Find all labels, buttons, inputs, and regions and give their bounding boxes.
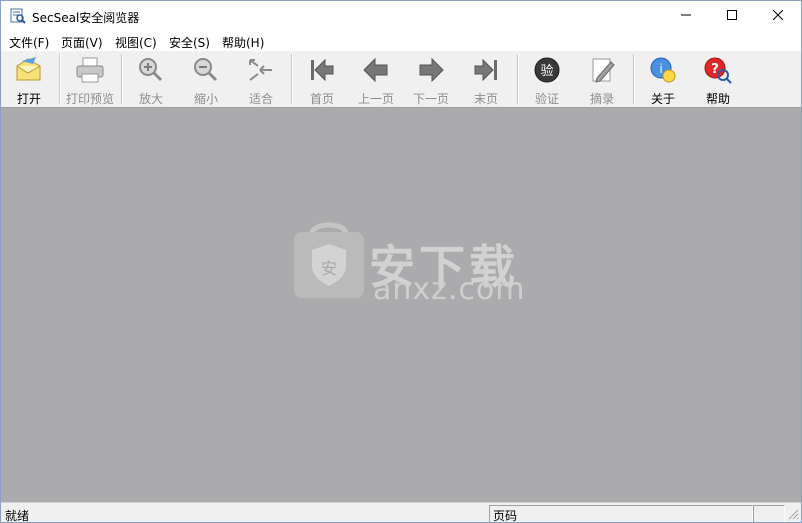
verify-glyph: 验 xyxy=(540,63,553,79)
status-ready: 就绪 xyxy=(5,509,30,523)
first-page-button[interactable]: 首页 xyxy=(296,51,348,107)
maximize-icon xyxy=(727,9,737,23)
fit-arrows-icon xyxy=(246,51,276,87)
about-label: 关于 xyxy=(650,92,675,106)
window-title: SecSeal安全阅览器 xyxy=(32,11,140,25)
arrow-right-icon xyxy=(416,51,446,87)
app-icon xyxy=(10,8,26,24)
menu-bar: 文件(F) 页面(V) 视图(C) 安全(S) 帮助(H) xyxy=(1,31,801,51)
next-page-label: 下一页 xyxy=(412,92,449,106)
print-preview-button[interactable]: 打印预览 xyxy=(62,51,118,107)
zoom-in-icon xyxy=(136,51,166,87)
extract-button[interactable]: 摘录 xyxy=(576,51,628,107)
help-button[interactable]: ? 帮助 xyxy=(692,51,744,107)
maximize-button[interactable] xyxy=(709,1,755,31)
prev-page-button[interactable]: 上一页 xyxy=(350,51,402,107)
help-icon: ? xyxy=(703,51,733,87)
close-icon xyxy=(772,9,784,23)
resize-grip-icon[interactable] xyxy=(787,508,799,522)
zoom-out-button[interactable]: 缩小 xyxy=(180,51,232,107)
status-bar: 就绪 页码 xyxy=(1,502,801,523)
verify-seal-icon: 验 xyxy=(532,51,562,87)
minimize-button[interactable] xyxy=(663,1,709,31)
toolbar-separator xyxy=(59,54,61,104)
watermark-url: anxz.com xyxy=(373,272,526,307)
zoom-in-label: 放大 xyxy=(138,92,163,106)
open-button[interactable]: 打开 xyxy=(3,51,55,107)
app-window: SecSeal安全阅览器 文件(F) 页面(V) 视图(C) 安全(S) 帮助(… xyxy=(0,0,802,523)
close-button[interactable] xyxy=(755,1,801,31)
menu-file[interactable]: 文件(F) xyxy=(9,34,49,51)
last-page-label: 末页 xyxy=(473,92,498,106)
status-page-panel xyxy=(489,505,753,522)
status-page-label: 页码 xyxy=(493,509,518,523)
toolbar-separator xyxy=(517,54,519,104)
fit-button[interactable]: 适合 xyxy=(235,51,287,107)
prev-page-label: 上一页 xyxy=(357,92,394,106)
menu-help[interactable]: 帮助(H) xyxy=(222,34,264,51)
zoom-out-icon xyxy=(191,51,221,87)
watermark-shield-glyph: 安 xyxy=(321,259,337,278)
first-page-icon xyxy=(307,51,337,87)
watermark-shield-icon: 安 xyxy=(292,220,366,303)
menu-security[interactable]: 安全(S) xyxy=(169,34,210,51)
toolbar: 打开 打印预览 放大 缩小 适合 首页 上一页 下一页 末页 验 验证 摘录 i… xyxy=(1,51,801,108)
verify-label: 验证 xyxy=(534,92,559,106)
verify-button[interactable]: 验 验证 xyxy=(521,51,573,107)
about-info-icon: i xyxy=(648,51,678,87)
title-bar: SecSeal安全阅览器 xyxy=(1,1,801,31)
print-preview-label: 打印预览 xyxy=(65,92,114,106)
first-page-label: 首页 xyxy=(309,92,334,106)
fit-label: 适合 xyxy=(248,92,273,106)
menu-view[interactable]: 视图(C) xyxy=(115,34,157,51)
open-label: 打开 xyxy=(16,92,41,106)
document-viewport[interactable]: 安 安下载 anxz.com xyxy=(1,108,801,502)
printer-icon xyxy=(75,51,105,87)
zoom-out-label: 缩小 xyxy=(193,92,218,106)
arrow-left-icon xyxy=(361,51,391,87)
zoom-in-button[interactable]: 放大 xyxy=(125,51,177,107)
extract-label: 摘录 xyxy=(589,92,614,106)
help-label: 帮助 xyxy=(705,92,730,106)
next-page-button[interactable]: 下一页 xyxy=(405,51,457,107)
menu-page[interactable]: 页面(V) xyxy=(61,34,103,51)
status-extra-panel xyxy=(753,505,785,522)
toolbar-separator xyxy=(121,54,123,104)
svg-text:i: i xyxy=(659,62,662,76)
about-button[interactable]: i 关于 xyxy=(637,51,689,107)
toolbar-separator xyxy=(291,54,293,104)
open-icon xyxy=(14,51,44,87)
last-page-icon xyxy=(471,51,501,87)
minimize-icon xyxy=(681,9,691,23)
last-page-button[interactable]: 末页 xyxy=(460,51,512,107)
pencil-note-icon xyxy=(587,51,617,87)
toolbar-separator xyxy=(633,54,635,104)
